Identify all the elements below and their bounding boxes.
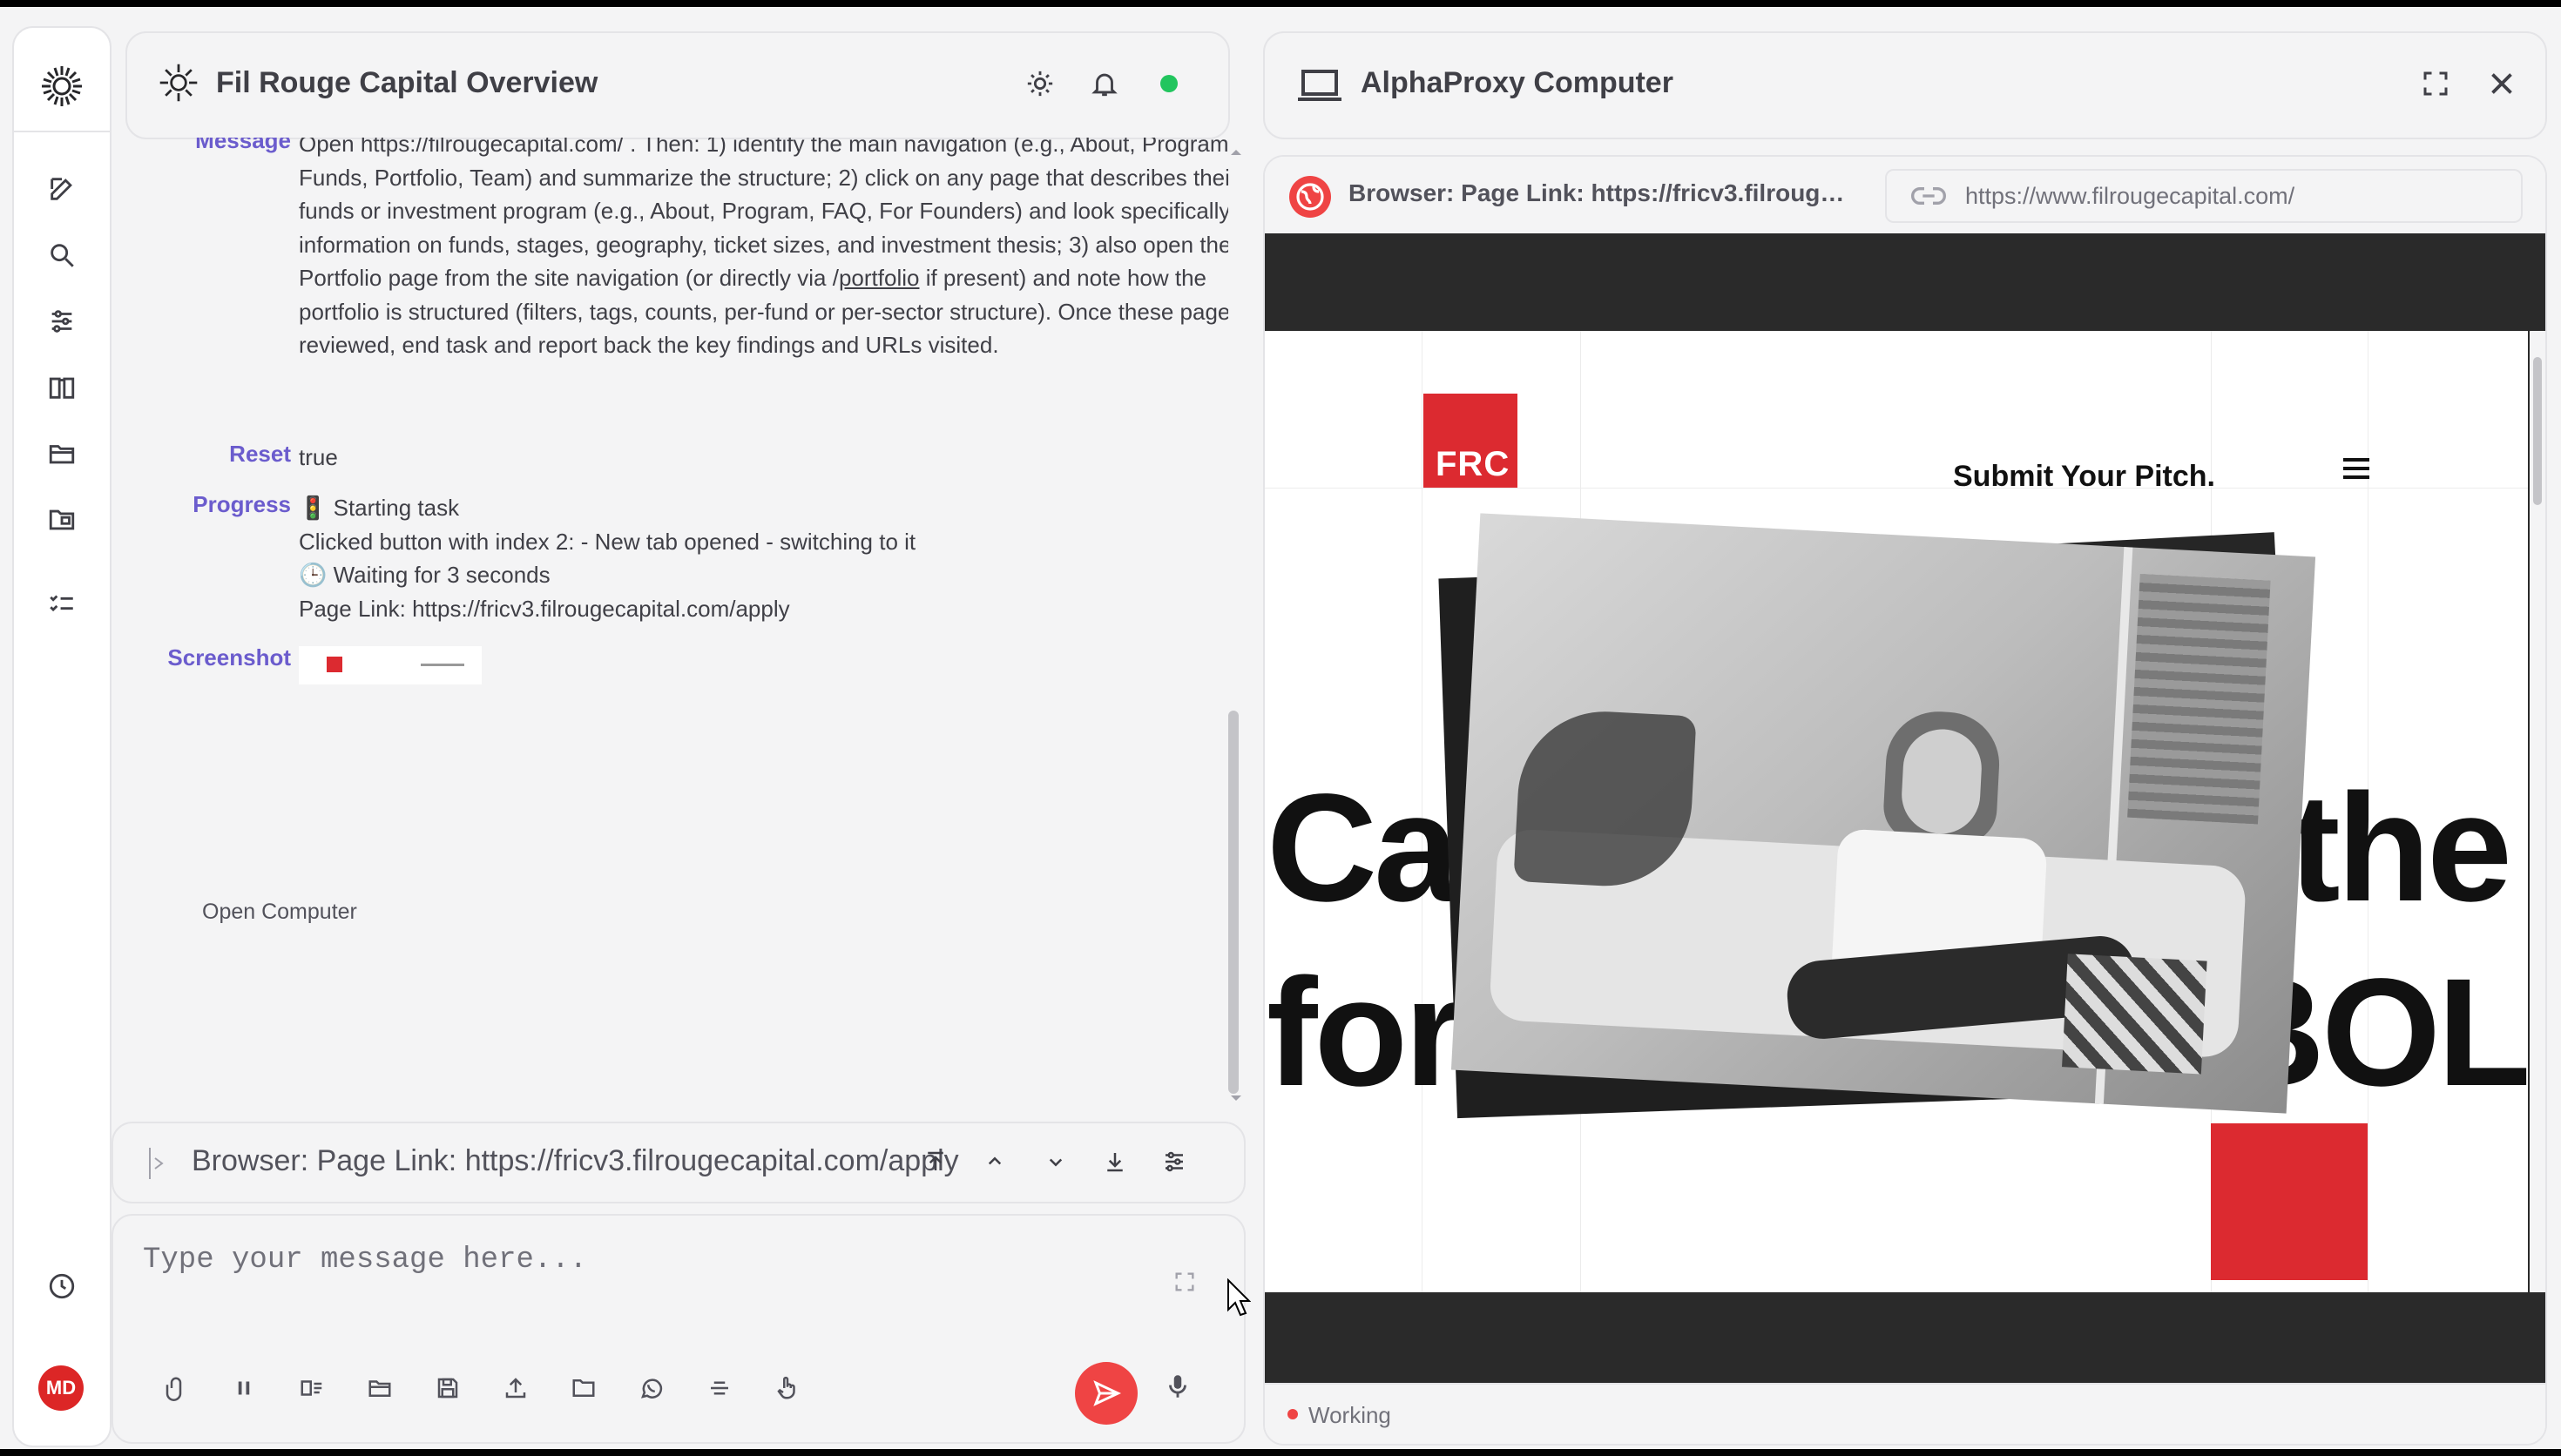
progress-line: Clicked button with index 2: - New tab o… bbox=[299, 529, 916, 555]
browser-viewport: FRC Submit Your Pitch. Capital the for B… bbox=[1265, 233, 2545, 1383]
frc-logo[interactable]: FRC bbox=[1423, 394, 1517, 488]
send-button[interactable] bbox=[1075, 1362, 1138, 1425]
sliders-icon[interactable] bbox=[1155, 1143, 1193, 1181]
chat-header: Fil Rouge Capital Overview bbox=[125, 31, 1230, 139]
search-icon[interactable] bbox=[40, 233, 84, 277]
app-logo-icon bbox=[157, 61, 200, 109]
chat-log: Message Open https://filrougecapital.com… bbox=[113, 138, 1228, 1104]
hero-photo bbox=[1438, 513, 2316, 1119]
fullscreen-icon[interactable] bbox=[2420, 68, 2451, 104]
hand-pointer-icon[interactable] bbox=[768, 1369, 807, 1407]
portfolio-link[interactable]: portfolio bbox=[839, 265, 920, 291]
new-chat-icon[interactable] bbox=[40, 167, 84, 211]
progress-line: Page Link: https://fricv3.filrougecapita… bbox=[299, 596, 790, 622]
command-bar: Browser: Page Link: https://fricv3.filro… bbox=[111, 1122, 1246, 1203]
computer-title: AlphaProxy Computer bbox=[1361, 66, 1673, 99]
command-text[interactable]: Browser: Page Link: https://fricv3.filro… bbox=[192, 1144, 1002, 1178]
reset-value: true bbox=[299, 444, 338, 470]
address-bar[interactable]: https://www.filrougecapital.com/ bbox=[1885, 169, 2523, 223]
link-icon bbox=[1911, 187, 1946, 205]
folder-icon[interactable] bbox=[564, 1369, 603, 1407]
sun-icon[interactable] bbox=[1021, 64, 1059, 103]
progress-line: 🚦 Starting task bbox=[299, 495, 460, 521]
page-title: Fil Rouge Capital Overview bbox=[216, 66, 598, 99]
clock-icon[interactable] bbox=[40, 1264, 84, 1308]
red-accent-square bbox=[2211, 1123, 2368, 1280]
progress-label: Progress bbox=[193, 491, 291, 517]
chat-scroll-thumb[interactable] bbox=[1228, 711, 1239, 1094]
reset-label: Reset bbox=[229, 441, 291, 467]
bell-icon[interactable] bbox=[1085, 64, 1124, 103]
message-label: Message bbox=[195, 138, 291, 153]
clear-list-icon[interactable] bbox=[293, 1369, 331, 1407]
strikethrough-icon[interactable] bbox=[700, 1369, 739, 1407]
address-url: https://www.filrougecapital.com/ bbox=[1965, 183, 2295, 209]
message-composer bbox=[111, 1214, 1246, 1444]
screenshot-label: Screenshot bbox=[167, 644, 291, 671]
user-avatar[interactable]: MD bbox=[38, 1365, 84, 1411]
paperclip-icon[interactable] bbox=[157, 1369, 195, 1407]
mouse-cursor-icon bbox=[1227, 1278, 1251, 1317]
upload-icon[interactable] bbox=[497, 1369, 535, 1407]
browser-tab-title[interactable]: Browser: Page Link: https://fricv3.filro… bbox=[1348, 179, 1845, 207]
website-page: FRC Submit Your Pitch. Capital the for B… bbox=[1265, 331, 2528, 1292]
pause-icon[interactable] bbox=[225, 1369, 263, 1407]
computer-panel: Browser: Page Link: https://fricv3.filro… bbox=[1263, 155, 2547, 1446]
screenshot-thumbnail[interactable] bbox=[299, 646, 482, 684]
close-icon[interactable] bbox=[2486, 68, 2517, 104]
hamburger-menu-icon[interactable] bbox=[2343, 458, 2369, 484]
send-icon bbox=[1093, 1380, 1122, 1406]
page-scrollbar[interactable] bbox=[2530, 331, 2545, 1292]
globe-icon bbox=[1289, 176, 1331, 218]
scroll-top-icon[interactable] bbox=[916, 1143, 955, 1181]
open-computer-link[interactable]: Open Computer bbox=[202, 895, 357, 929]
app-logo-icon[interactable] bbox=[14, 63, 110, 114]
connection-status-dot bbox=[1150, 64, 1188, 103]
submit-pitch-link[interactable]: Submit Your Pitch. bbox=[1953, 460, 2215, 494]
browser-tab-bar: Browser: Page Link: https://fricv3.filro… bbox=[1265, 157, 2545, 235]
book-icon[interactable] bbox=[40, 366, 84, 409]
save-icon[interactable] bbox=[429, 1369, 467, 1407]
rail-divider bbox=[14, 131, 110, 132]
chevron-up-icon[interactable] bbox=[976, 1143, 1014, 1181]
message-input[interactable] bbox=[141, 1242, 1172, 1306]
headline-word: for bbox=[1267, 947, 1464, 1118]
terminal-prompt-icon bbox=[149, 1148, 164, 1179]
microphone-icon[interactable] bbox=[1159, 1367, 1197, 1405]
folder-open-icon[interactable] bbox=[40, 432, 84, 475]
sliders-icon[interactable] bbox=[40, 300, 84, 343]
progress-line: 🕒 Waiting for 3 seconds bbox=[299, 562, 551, 588]
status-indicator bbox=[1287, 1409, 1298, 1419]
folder-open-icon[interactable] bbox=[361, 1369, 399, 1407]
laptop-icon bbox=[1296, 64, 1343, 111]
left-rail: MD bbox=[12, 26, 111, 1447]
computer-header: AlphaProxy Computer bbox=[1263, 31, 2547, 139]
folder-image-icon[interactable] bbox=[40, 498, 84, 542]
message-text: Open https://filrougecapital.com/ . Then… bbox=[299, 138, 1228, 358]
checklist-icon[interactable] bbox=[40, 582, 84, 625]
scroll-bottom-icon[interactable] bbox=[1096, 1143, 1134, 1181]
status-text: Working bbox=[1308, 1402, 1391, 1428]
chevron-down-icon[interactable] bbox=[1037, 1143, 1075, 1181]
expand-icon[interactable] bbox=[1172, 1270, 1197, 1298]
headline-word: the bbox=[2289, 763, 2512, 934]
whatsapp-icon[interactable] bbox=[632, 1369, 671, 1407]
app-frame: MD Fil Rouge Capital Overview Message Op… bbox=[0, 7, 2561, 1449]
computer-status-bar: Working bbox=[1265, 1383, 2545, 1444]
